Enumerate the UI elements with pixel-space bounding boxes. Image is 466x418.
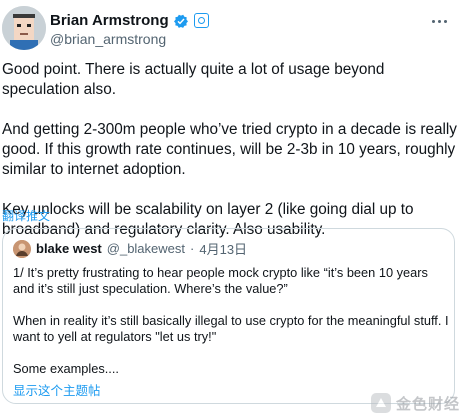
translate-link[interactable]: 翻译推文 xyxy=(2,207,50,224)
tweet-paragraph: Good point. There is actually quite a lo… xyxy=(2,61,385,98)
watermark: 金色财经 xyxy=(370,392,460,414)
watermark-text: 金色财经 xyxy=(395,395,460,413)
meta-separator: · xyxy=(190,241,195,256)
author-avatar[interactable] xyxy=(2,6,46,50)
quoted-paragraph: When in reality it’s still basically ill… xyxy=(13,313,449,344)
quoted-paragraph: 1/ It’s pretty frustrating to hear peopl… xyxy=(13,265,428,296)
quoted-text: 1/ It’s pretty frustrating to hear peopl… xyxy=(13,265,449,393)
watermark-logo-icon xyxy=(370,393,391,413)
tweet-paragraph: And getting 2-300m people who’ve tried c… xyxy=(2,121,457,178)
verified-badge-icon xyxy=(173,14,188,28)
quoted-tweet[interactable]: blake west @_blakewest · 4月13日 1/ It’s p… xyxy=(2,228,455,404)
more-options-icon[interactable] xyxy=(432,14,454,28)
coinbase-affiliate-icon[interactable] xyxy=(193,13,209,28)
tweet-header: Brian Armstrong @brian_armstrong xyxy=(0,0,466,56)
author-name[interactable]: Brian Armstrong xyxy=(50,12,169,29)
quoted-paragraph: Some examples.... xyxy=(13,361,119,376)
quoted-author-name: blake west xyxy=(36,241,102,256)
quoted-author-handle: @_blakewest xyxy=(106,241,186,256)
show-thread-link[interactable]: 显示这个主题帖 xyxy=(13,380,101,399)
quoted-author-avatar xyxy=(13,239,31,258)
quoted-date: 4月13日 xyxy=(199,242,248,257)
author-handle[interactable]: @brian_armstrong xyxy=(50,31,166,47)
